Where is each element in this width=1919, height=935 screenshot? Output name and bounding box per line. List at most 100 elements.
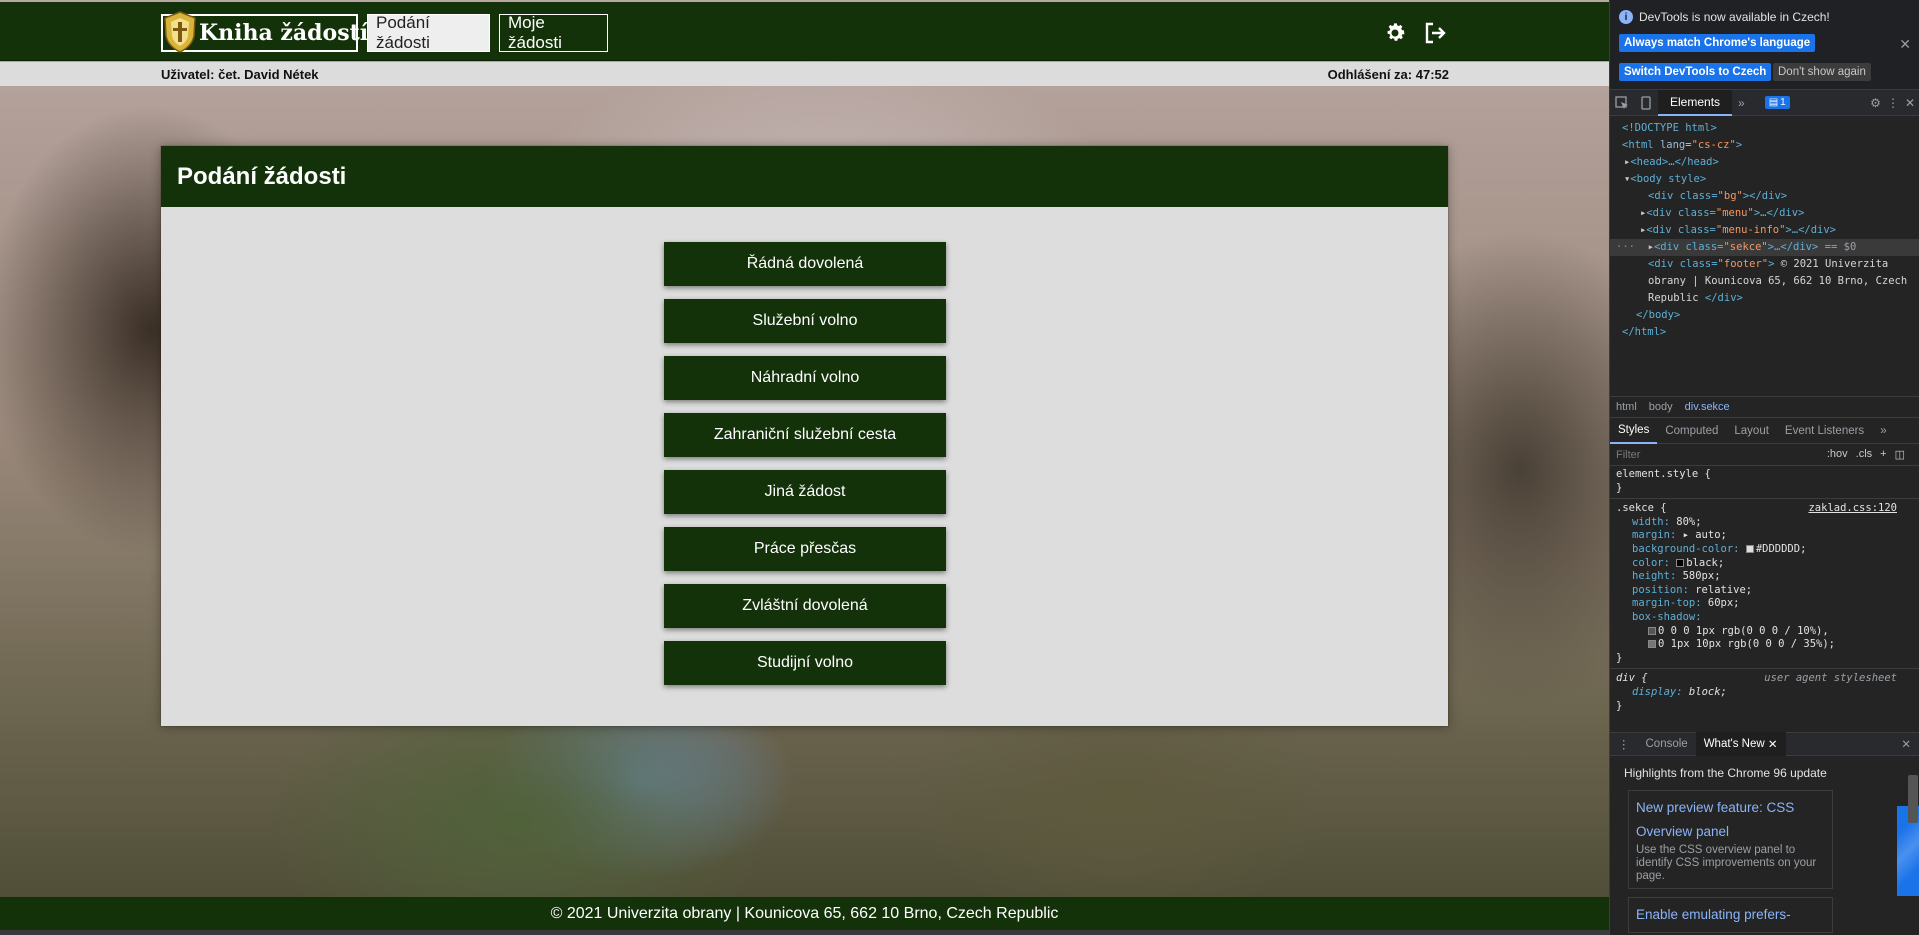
dom-line[interactable]: ▸<div class="menu-info">…</div> — [1610, 222, 1919, 239]
css-property[interactable]: width: 80%; — [1616, 516, 1913, 530]
css-property[interactable]: margin: ▸ auto; — [1616, 529, 1913, 543]
dom-line[interactable]: ▾<body style> — [1610, 171, 1919, 188]
add-rule-icon[interactable]: + — [1880, 448, 1886, 461]
request-button[interactable]: Řádná dovolená — [664, 242, 946, 286]
shield-logo-icon — [161, 9, 199, 55]
tab-layout[interactable]: Layout — [1726, 418, 1777, 444]
request-button[interactable]: Zvláštní dovolená — [664, 584, 946, 628]
dom-line[interactable]: <!DOCTYPE html> — [1610, 120, 1919, 137]
close-icon[interactable]: ✕ — [1768, 737, 1778, 751]
issues-badge[interactable]: ▤ 1 — [1764, 96, 1790, 109]
close-drawer-icon[interactable]: ✕ — [1901, 737, 1911, 751]
tab-event-listeners[interactable]: Event Listeners — [1777, 418, 1872, 444]
bottom-strip — [0, 930, 1609, 935]
dom-line[interactable]: </body> — [1610, 307, 1919, 324]
nav-moje-zadosti[interactable]: Moje žádosti — [499, 13, 608, 52]
feature-card[interactable]: New preview feature: CSS Overview panel … — [1628, 790, 1833, 889]
dom-line-selected[interactable]: ··· ▸<div class="sekce">…</div> == $0 — [1610, 239, 1919, 256]
rule-selector[interactable]: .sekce { — [1616, 502, 1667, 514]
close-icon[interactable]: ✕ — [1905, 96, 1915, 110]
styles-filter-input[interactable]: Filter :hov .cls + ◫ — [1610, 444, 1919, 466]
filter-tools: :hov .cls + ◫ — [1827, 448, 1905, 461]
request-button[interactable]: Služební volno — [664, 299, 946, 343]
timer-value: 47:52 — [1415, 67, 1449, 82]
info-icon: i — [1619, 10, 1633, 24]
kebab-menu-icon[interactable]: ⋮ — [1610, 737, 1638, 751]
whats-new-heading: Highlights from the Chrome 96 update — [1624, 766, 1827, 780]
devtools-language-notice: i DevTools is now available in Czech! Al… — [1610, 0, 1919, 90]
css-property[interactable]: display: block; — [1616, 686, 1913, 700]
tab-styles[interactable]: Styles — [1610, 418, 1658, 444]
sidebar-toggle-icon[interactable]: ◫ — [1895, 448, 1905, 461]
match-language-button[interactable]: Always match Chrome's language — [1619, 34, 1816, 52]
tab-whats-new[interactable]: What's New ✕ — [1695, 732, 1786, 756]
scrollbar[interactable] — [1908, 775, 1918, 823]
switch-language-button[interactable]: Switch DevTools to Czech — [1619, 63, 1772, 81]
color-swatch[interactable] — [1676, 558, 1685, 567]
feature-card[interactable]: Enable emulating prefers- — [1628, 897, 1833, 933]
style-rules: element.style { } .sekce { zaklad.css:12… — [1610, 466, 1919, 730]
cls-toggle[interactable]: .cls — [1856, 448, 1873, 461]
hov-toggle[interactable]: :hov — [1827, 448, 1848, 461]
rule-close: } — [1616, 651, 1623, 664]
user-info: Uživatel: čet. David Nétek — [161, 67, 319, 82]
dom-line[interactable]: ▸<div class="menu">…</div> — [1610, 205, 1919, 222]
dom-line[interactable]: obrany | Kounicova 65, 662 10 Brno, Czec… — [1610, 273, 1919, 290]
kebab-menu-icon[interactable]: ⋮ — [1887, 96, 1899, 110]
device-toolbar-icon[interactable] — [1634, 90, 1658, 116]
dom-line[interactable]: ▸<head>…</head> — [1610, 154, 1919, 171]
crumb-html[interactable]: html — [1616, 401, 1637, 413]
dom-line[interactable]: <html lang="cs-cz"> — [1610, 137, 1919, 154]
rule-header: .sekce { zaklad.css:120 — [1616, 502, 1913, 516]
gear-icon[interactable]: ⚙ — [1870, 96, 1881, 110]
filter-placeholder: Filter — [1616, 448, 1641, 461]
rule-source-link[interactable]: zaklad.css:120 — [1808, 502, 1897, 516]
dont-show-again-button[interactable]: Don't show again — [1773, 63, 1871, 81]
request-button[interactable]: Zahraniční služební cesta — [664, 413, 946, 457]
rule-selector[interactable]: element.style { — [1616, 468, 1913, 482]
rule-selector[interactable]: div { — [1616, 672, 1648, 684]
dom-tree: <!DOCTYPE html> <html lang="cs-cz"> ▸<he… — [1610, 116, 1919, 396]
css-property[interactable]: position: relative; — [1616, 584, 1913, 598]
user-name: čet. David Nétek — [218, 67, 319, 82]
dom-line[interactable]: <div class="bg"></div> — [1610, 188, 1919, 205]
request-button[interactable]: Práce přesčas — [664, 527, 946, 571]
css-property[interactable]: background-color: #DDDDDD; — [1616, 543, 1913, 557]
dom-line[interactable]: Republic </div> — [1610, 290, 1919, 307]
more-tabs-icon[interactable]: » — [1872, 418, 1894, 444]
card-description: Use the CSS overview panel to identify C… — [1636, 844, 1817, 882]
request-button[interactable]: Studijní volno — [664, 641, 946, 685]
gear-icon[interactable] — [1381, 19, 1409, 47]
app-logo[interactable]: Kniha žádostí — [161, 11, 368, 53]
crumb-body[interactable]: body — [1649, 401, 1673, 413]
shadow-value[interactable]: 0 0 0 1px rgb(0 0 0 / 10%), — [1616, 625, 1913, 639]
tab-elements[interactable]: Elements — [1658, 89, 1733, 116]
section-title: Podání žádosti — [161, 146, 1448, 207]
card-title: New preview feature: CSS — [1636, 800, 1795, 815]
more-tabs-icon[interactable]: » — [1732, 96, 1751, 110]
inspect-element-icon[interactable] — [1610, 90, 1634, 116]
css-property[interactable]: color: black; — [1616, 557, 1913, 571]
request-button-list: Řádná dovolená Služební volno Náhradní v… — [664, 242, 946, 698]
drawer-tabbar: ⋮ Console What's New ✕ ✕ — [1610, 732, 1919, 756]
dom-line[interactable]: </html> — [1610, 324, 1919, 341]
menu-info: Uživatel: čet. David Nétek Odhlášení za:… — [0, 62, 1609, 86]
rule-divider — [1610, 498, 1919, 500]
timer-label: Odhlášení za: — [1327, 67, 1413, 82]
nav-podani-zadosti[interactable]: Podání žádosti — [367, 13, 490, 52]
request-button[interactable]: Jiná žádost — [664, 470, 946, 514]
color-swatch[interactable] — [1745, 544, 1754, 553]
tab-computed[interactable]: Computed — [1657, 418, 1726, 444]
logout-icon[interactable] — [1421, 19, 1449, 47]
crumb-div-sekce[interactable]: div.sekce — [1685, 401, 1730, 413]
shadow-value[interactable]: 0 1px 10px rgb(0 0 0 / 35%); — [1616, 638, 1913, 652]
dom-line[interactable]: <div class="footer"> © 2021 Univerzita — [1610, 256, 1919, 273]
card-title: Enable emulating prefers- — [1636, 907, 1791, 922]
css-property[interactable]: margin-top: 60px; — [1616, 597, 1913, 611]
css-property[interactable]: height: 580px; — [1616, 570, 1913, 584]
tab-console[interactable]: Console — [1638, 732, 1696, 756]
devtools-toolbar: Elements » ▤ 1 ⚙ ⋮ ✕ — [1610, 89, 1919, 116]
css-property[interactable]: box-shadow: — [1616, 611, 1913, 625]
request-button[interactable]: Náhradní volno — [664, 356, 946, 400]
close-icon[interactable]: ✕ — [1899, 36, 1911, 53]
